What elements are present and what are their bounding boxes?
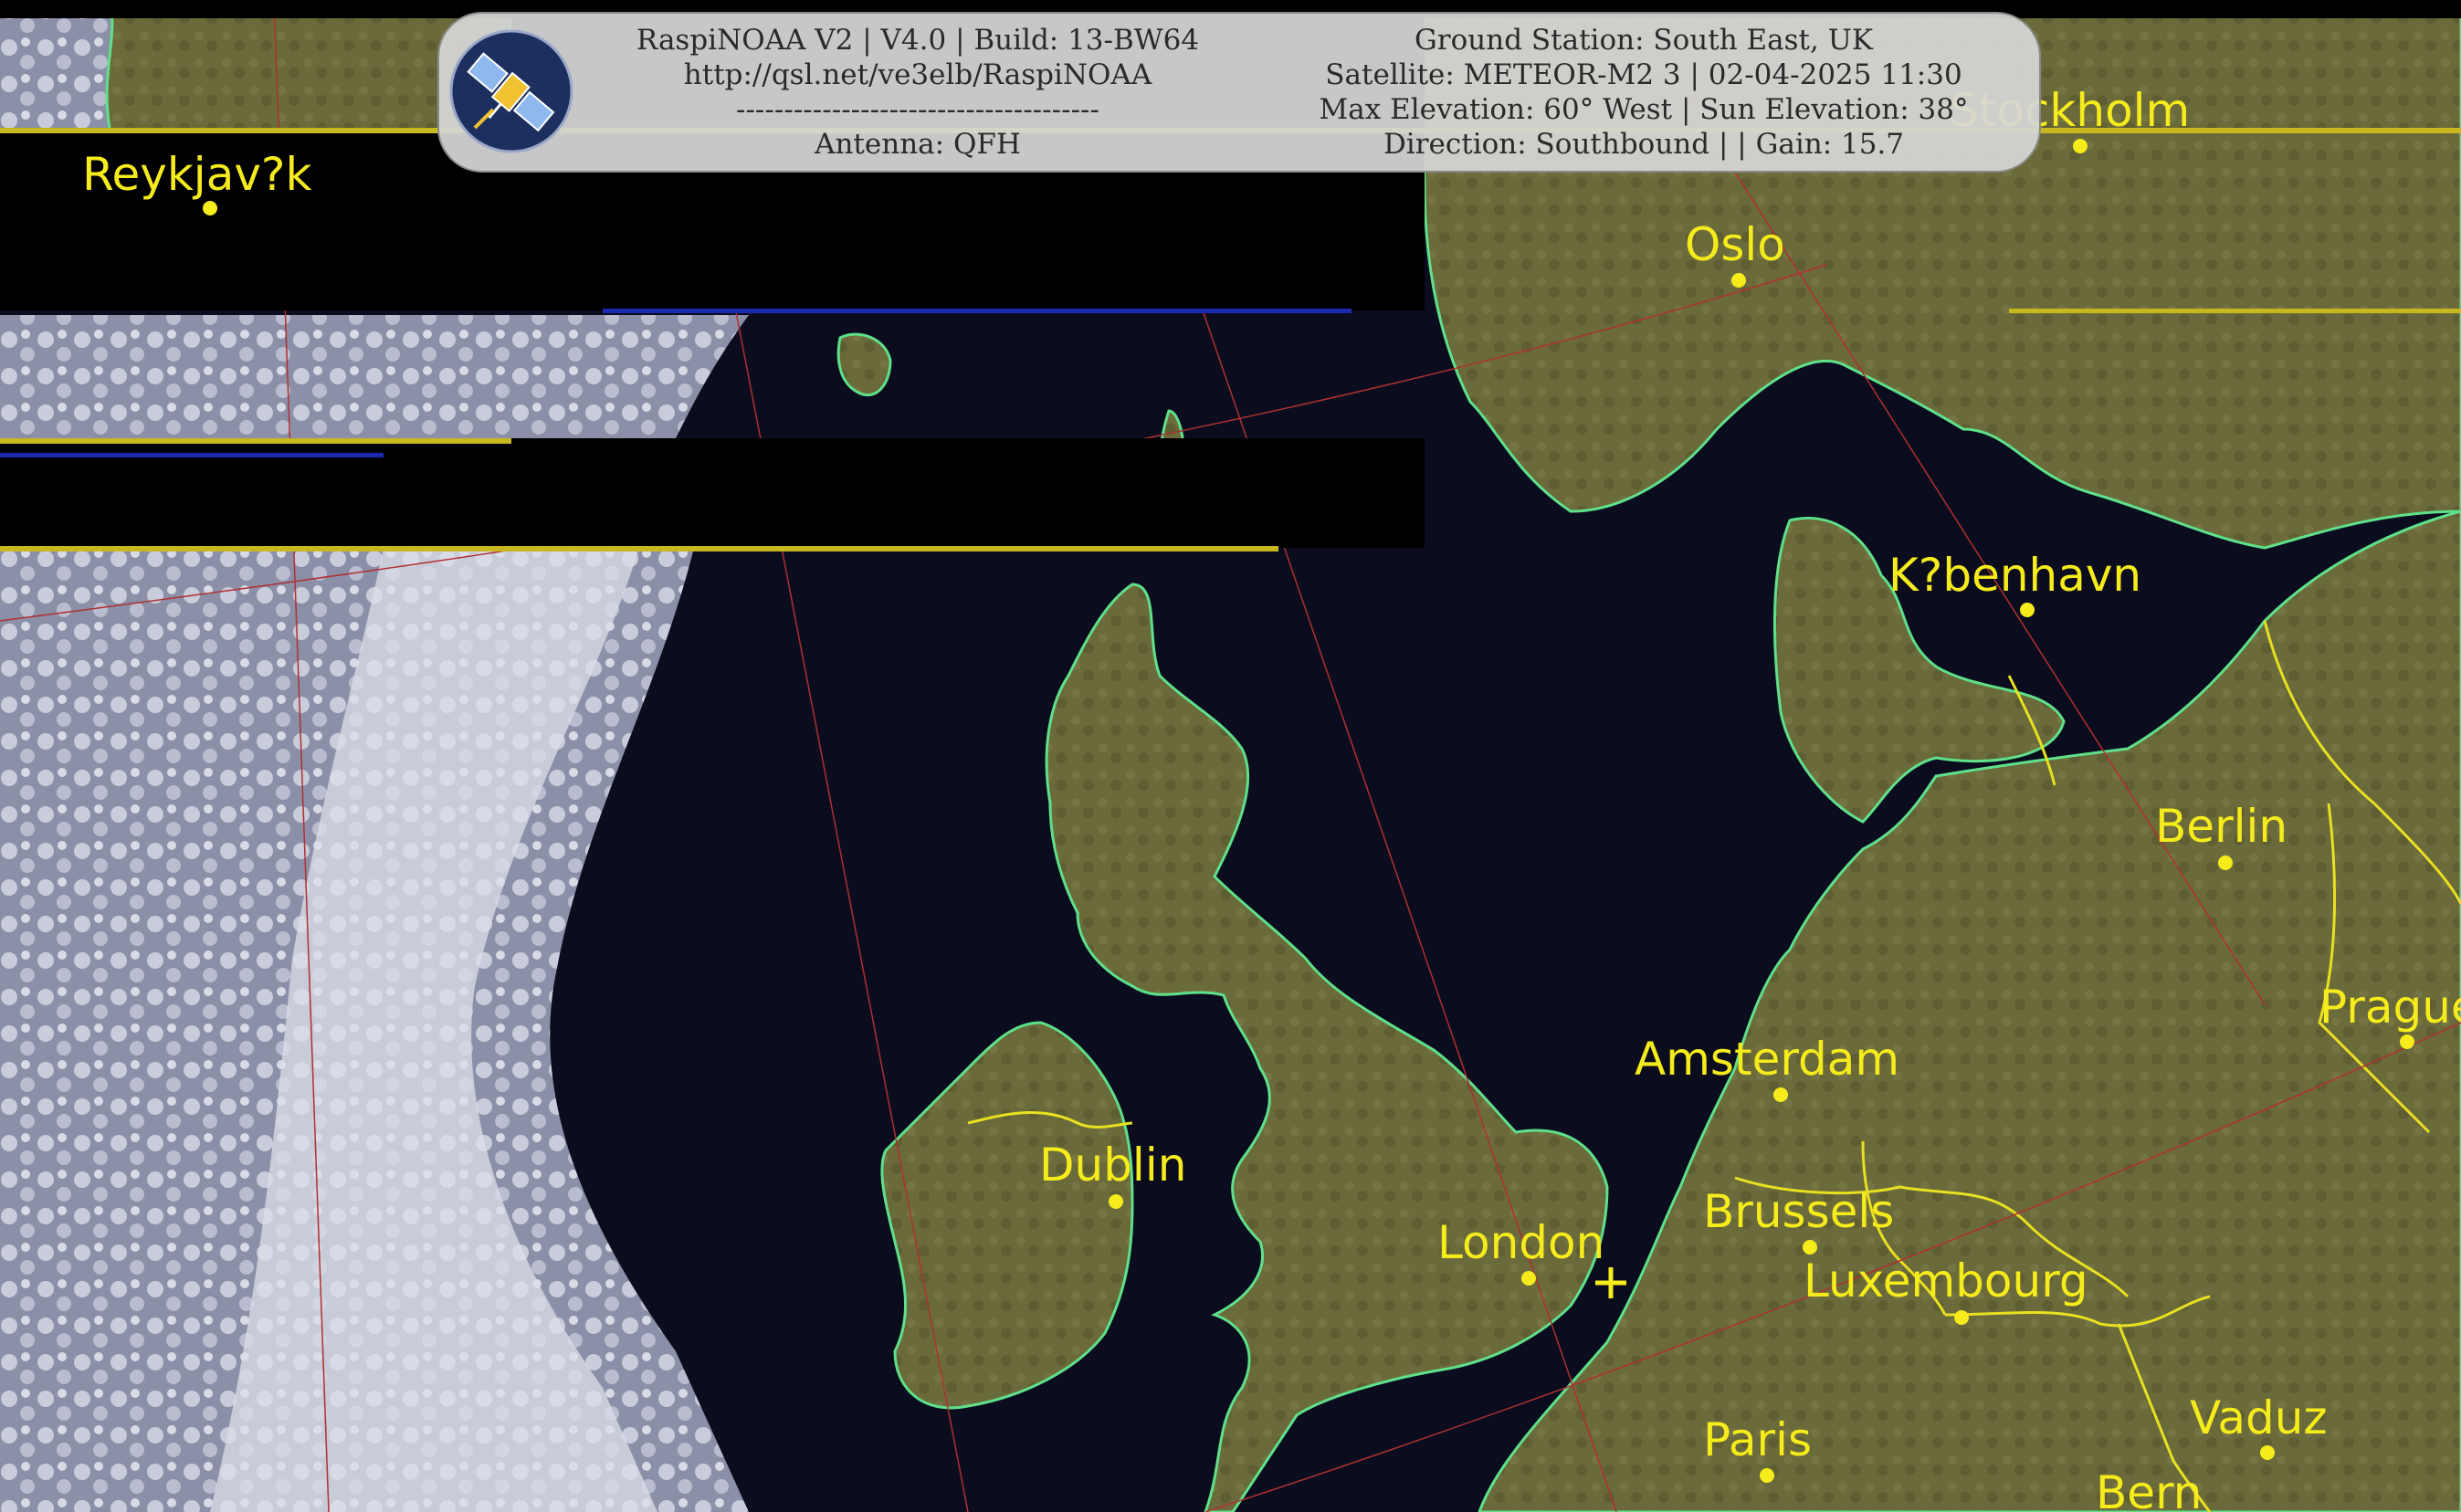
city-label-brussels: Brussels — [1703, 1185, 1894, 1238]
header-line-1-right: Ground Station: South East, UK — [1415, 24, 1874, 57]
city-dot-brussels — [1803, 1240, 1817, 1255]
header-line-2-right: Satellite: METEOR-M2 3 | 02-04-2025 11:3… — [1325, 58, 1961, 91]
city-dot-prague — [2400, 1034, 2414, 1049]
city-label-reykjavik: Reykjav?k — [82, 148, 311, 201]
scanline — [0, 453, 384, 457]
city-dot-oslo — [1731, 273, 1746, 288]
city-label-vaduz: Vaduz — [2190, 1391, 2328, 1444]
city-dot-london — [1521, 1271, 1536, 1286]
city-label-prague: Prague — [2319, 981, 2461, 1034]
city-label-paris: Paris — [1703, 1413, 1812, 1466]
city-label-amsterdam: Amsterdam — [1635, 1033, 1899, 1086]
city-dot-dublin — [1109, 1194, 1123, 1209]
header-line-4-right: Direction: Southbound | | Gain: 15.7 — [1383, 128, 1904, 161]
header-line-4-left: Antenna: QFH — [814, 128, 1021, 161]
city-label-kobenhavn: K?benhavn — [1888, 549, 2141, 602]
city-label-dublin: Dublin — [1039, 1139, 1186, 1192]
header-line-2-left: http://qsl.net/ve3elb/RaspiNOAA — [684, 58, 1152, 91]
city-dot-stockholm — [2073, 139, 2088, 153]
info-panel: RaspiNOAA V2 | V4.0 | Build: 13-BW64 htt… — [437, 12, 2041, 173]
city-dot-paris — [1760, 1468, 1774, 1483]
city-dot-kobenhavn — [2020, 603, 2035, 617]
city-dot-amsterdam — [1773, 1087, 1788, 1102]
satellite-map: Reykjav?k Stockholm Oslo K?benhavn Berli… — [0, 0, 2461, 1512]
city-label-oslo: Oslo — [1685, 218, 1785, 271]
scanline — [0, 546, 1278, 551]
city-dot-vaduz — [2260, 1445, 2275, 1460]
cloud-band-north — [0, 315, 749, 438]
gap-band — [913, 438, 1425, 548]
map-svg: Reykjav?k Stockholm Oslo K?benhavn Berli… — [0, 0, 2461, 1512]
scanline — [603, 309, 1351, 313]
city-label-luxembourg: Luxembourg — [1804, 1255, 2088, 1307]
scanline — [2009, 309, 2461, 313]
header-line-1-left: RaspiNOAA V2 | V4.0 | Build: 13-BW64 — [636, 24, 1199, 57]
city-dot-luxembourg — [1954, 1310, 1969, 1325]
city-dot-berlin — [2218, 856, 2233, 870]
satellite-icon — [449, 29, 573, 153]
header-line-3-left: -------------------------------------- — [736, 93, 1099, 126]
scanline — [0, 438, 511, 444]
city-label-berlin: Berlin — [2155, 800, 2287, 853]
city-label-bern: Bern — [2096, 1466, 2202, 1512]
header-line-3-right: Max Elevation: 60° West | Sun Elevation:… — [1320, 93, 1969, 126]
city-dot-reykjavik — [203, 201, 217, 215]
city-label-london: London — [1437, 1216, 1604, 1269]
